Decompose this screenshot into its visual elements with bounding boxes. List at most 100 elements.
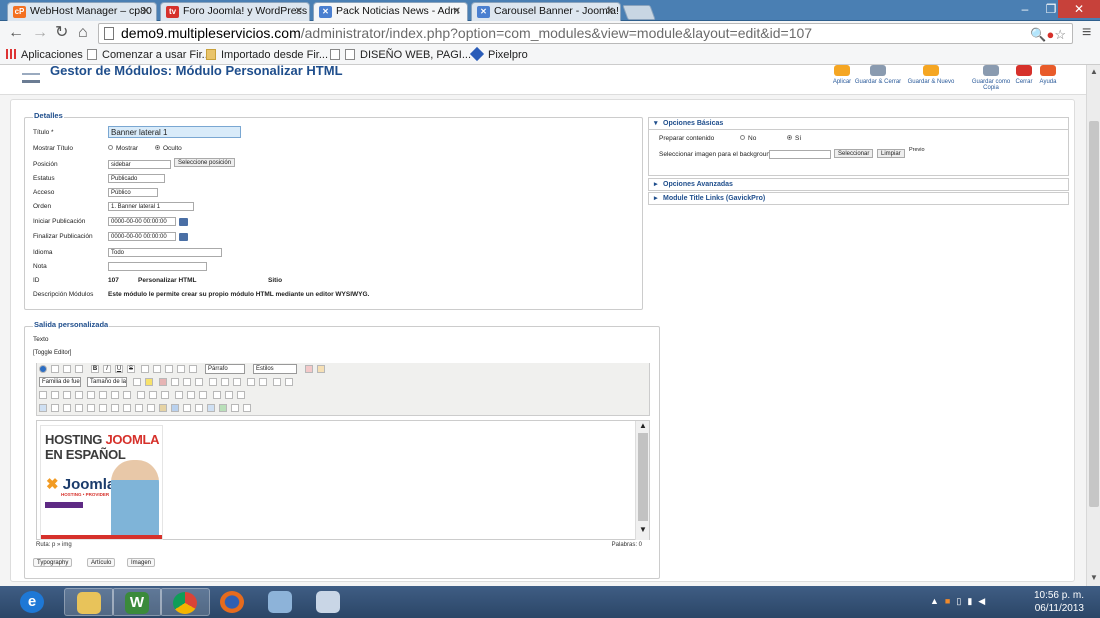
page-scrollbar[interactable]: ▲ ▼ — [1086, 65, 1100, 586]
text-color-icon[interactable] — [133, 378, 141, 386]
rtl-icon[interactable] — [51, 391, 59, 399]
hr2-icon[interactable] — [183, 404, 191, 412]
omega-icon[interactable] — [273, 378, 281, 386]
window-close-icon[interactable]: ✕ — [1058, 0, 1100, 18]
bookmark-item[interactable]: Comenzar a usar Fir... — [87, 46, 211, 65]
strike-icon[interactable]: S — [127, 365, 135, 373]
taskbar-word[interactable]: W — [112, 588, 162, 616]
print-icon[interactable] — [87, 391, 95, 399]
extension-icon[interactable]: ● — [1046, 27, 1054, 42]
publish-up-input[interactable]: 0000-00-00 00:00:00 — [108, 217, 176, 226]
browser-tab-active[interactable]: ✕ Pack Noticias News - Adm ✕ — [313, 2, 468, 21]
abbr-icon[interactable] — [87, 404, 95, 412]
note-input[interactable] — [108, 262, 207, 271]
align-left-icon[interactable] — [141, 365, 149, 373]
col-icon[interactable] — [161, 391, 169, 399]
pagebreak-icon[interactable] — [75, 404, 83, 412]
hr-icon[interactable] — [285, 378, 293, 386]
browser-tab-forum[interactable]: tv Foro Joomla! y WordPress ✕ — [160, 2, 310, 21]
minimize-icon[interactable]: – — [1012, 0, 1038, 18]
reload-icon[interactable]: ↻ — [55, 24, 68, 42]
editor-content-area[interactable]: HOSTING JOOMLA EN ESPAÑOL ✖ Joomla! HOST… — [36, 420, 650, 540]
language-select[interactable]: Todo — [108, 248, 222, 257]
highlight-icon[interactable] — [145, 378, 153, 386]
calendar-icon[interactable] — [179, 233, 188, 241]
superscript-icon[interactable] — [259, 378, 267, 386]
redo-icon[interactable] — [75, 365, 83, 373]
emotions-icon[interactable] — [243, 404, 251, 412]
article-button[interactable]: Artículo — [87, 558, 116, 567]
merge-icon[interactable] — [175, 391, 183, 399]
visual-aid-icon[interactable] — [237, 391, 245, 399]
help-icon[interactable] — [39, 365, 47, 373]
title-links-toggle[interactable]: Module Title Links (GavickPro) — [648, 192, 1069, 205]
typography-button[interactable]: Typography — [33, 558, 73, 567]
status-select[interactable]: Publicado — [108, 174, 165, 183]
bullets-icon[interactable] — [221, 378, 229, 386]
image-button[interactable]: Imagen — [127, 558, 156, 567]
back-arrow-icon[interactable]: ← — [8, 24, 24, 42]
underline-icon[interactable]: U — [115, 365, 123, 373]
image-icon[interactable] — [123, 391, 131, 399]
fullscreen-icon[interactable] — [63, 391, 71, 399]
taskbar-firefox[interactable] — [208, 588, 258, 616]
close-tab-icon[interactable]: ✕ — [295, 3, 303, 20]
clear-image-button[interactable]: Limpiar — [877, 149, 905, 158]
unlink-icon[interactable] — [219, 404, 227, 412]
anchor-icon[interactable] — [171, 404, 179, 412]
save-copy-button[interactable]: Guardar como Copia — [966, 65, 1016, 91]
background-image-input[interactable] — [769, 150, 831, 159]
table-icon[interactable] — [137, 391, 145, 399]
tray-arrow-icon[interactable]: ▲ — [930, 596, 945, 606]
chrome-menu-icon[interactable]: ≡ — [1082, 24, 1091, 42]
toggle-editor-link[interactable]: [Toggle Editor] — [33, 350, 71, 356]
replace-icon[interactable] — [111, 391, 119, 399]
calendar-icon[interactable] — [179, 218, 188, 226]
scroll-up-icon[interactable]: ▲ — [639, 421, 647, 430]
paste-icon[interactable] — [183, 378, 191, 386]
bookmark-item[interactable]: Importado desde Fir... — [206, 46, 328, 65]
align-justify-icon[interactable] — [177, 365, 185, 373]
layer-icon[interactable] — [213, 391, 221, 399]
taskbar-chrome[interactable] — [160, 588, 210, 616]
position-input[interactable]: sidebar — [108, 160, 171, 169]
copy-icon[interactable] — [171, 378, 179, 386]
prepare-content-yes[interactable]: Sí — [787, 135, 801, 142]
attribs-icon[interactable] — [147, 404, 155, 412]
taskbar-ie[interactable]: e — [8, 588, 58, 616]
close-tab-icon[interactable]: ✕ — [606, 3, 614, 20]
signal-icon[interactable]: ▮ — [967, 596, 978, 606]
visualchars-icon[interactable] — [39, 404, 47, 412]
select-image-button[interactable]: Seleccionar — [834, 149, 874, 158]
scroll-thumb[interactable] — [1089, 121, 1099, 507]
bookmark-item[interactable]: DISEÑO WEB, PAGI... — [330, 46, 471, 65]
bookmark-item[interactable]: Pixelpro — [469, 46, 528, 65]
undo-icon[interactable] — [63, 365, 71, 373]
scroll-up-icon[interactable]: ▲ — [1090, 67, 1098, 76]
home-icon[interactable]: ⌂ — [78, 24, 88, 42]
paste-text-icon[interactable] — [195, 378, 203, 386]
acronym-icon[interactable] — [99, 404, 107, 412]
zoom-icon[interactable]: 🔍●☆ — [1030, 25, 1066, 43]
close-tab-icon[interactable]: ✕ — [142, 3, 150, 20]
bold-icon[interactable]: B — [91, 365, 99, 373]
ltr-icon[interactable] — [39, 391, 47, 399]
save-close-button[interactable]: Guardar & Cerrar — [853, 65, 903, 85]
publish-down-input[interactable]: 0000-00-00 00:00:00 — [108, 232, 176, 241]
scroll-thumb[interactable] — [638, 433, 648, 521]
format-select[interactable]: Párrafo — [205, 364, 245, 374]
cut-icon[interactable] — [159, 378, 167, 386]
browser-tab-whm[interactable]: cP WebHost Manager – cp80 ✕ — [7, 2, 157, 21]
tray-app-icon[interactable]: ■ — [945, 596, 956, 606]
search-replace-icon[interactable] — [209, 378, 217, 386]
volume-icon[interactable]: ◀ — [978, 596, 991, 606]
close-tab-icon[interactable]: ✕ — [453, 3, 461, 20]
split-icon[interactable] — [187, 391, 195, 399]
ins-icon[interactable] — [123, 404, 131, 412]
newdoc-icon[interactable] — [51, 365, 59, 373]
template-icon[interactable] — [63, 404, 71, 412]
hosting-joomla-banner-image[interactable]: HOSTING JOOMLA EN ESPAÑOL ✖ Joomla! HOST… — [40, 425, 163, 540]
scroll-down-icon[interactable]: ▼ — [1090, 573, 1098, 582]
save-new-button[interactable]: Guardar & Nuevo — [906, 65, 956, 85]
show-title-radio-hidden[interactable]: Oculto — [155, 145, 182, 152]
